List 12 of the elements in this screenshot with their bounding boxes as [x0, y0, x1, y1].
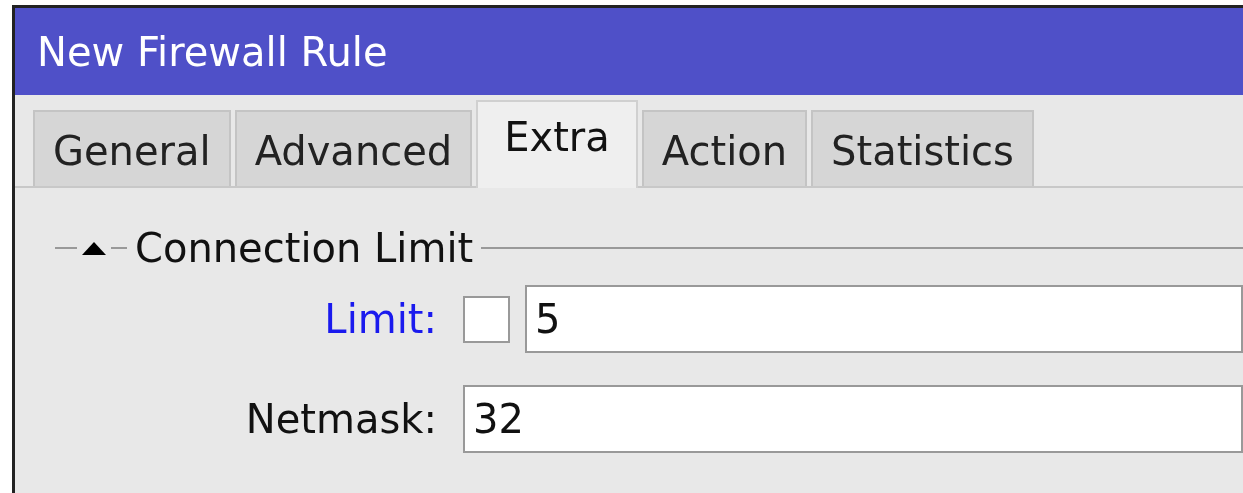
tab[interactable]: Advanced	[234, 110, 473, 186]
text-field[interactable]: 32	[463, 385, 1243, 453]
tab[interactable]: Action	[641, 110, 808, 186]
tab[interactable]: General	[33, 110, 231, 186]
checkbox[interactable]	[463, 295, 510, 343]
text-field[interactable]: 5	[525, 285, 1243, 353]
tab[interactable]: Extra	[476, 100, 638, 188]
field-label: Netmask:	[244, 395, 438, 444]
window-title: New Firewall Rule	[37, 27, 388, 77]
section-title: Connection Limit	[134, 224, 475, 273]
tab[interactable]: Statistics	[811, 110, 1034, 186]
field-label: Limit:	[323, 295, 438, 344]
